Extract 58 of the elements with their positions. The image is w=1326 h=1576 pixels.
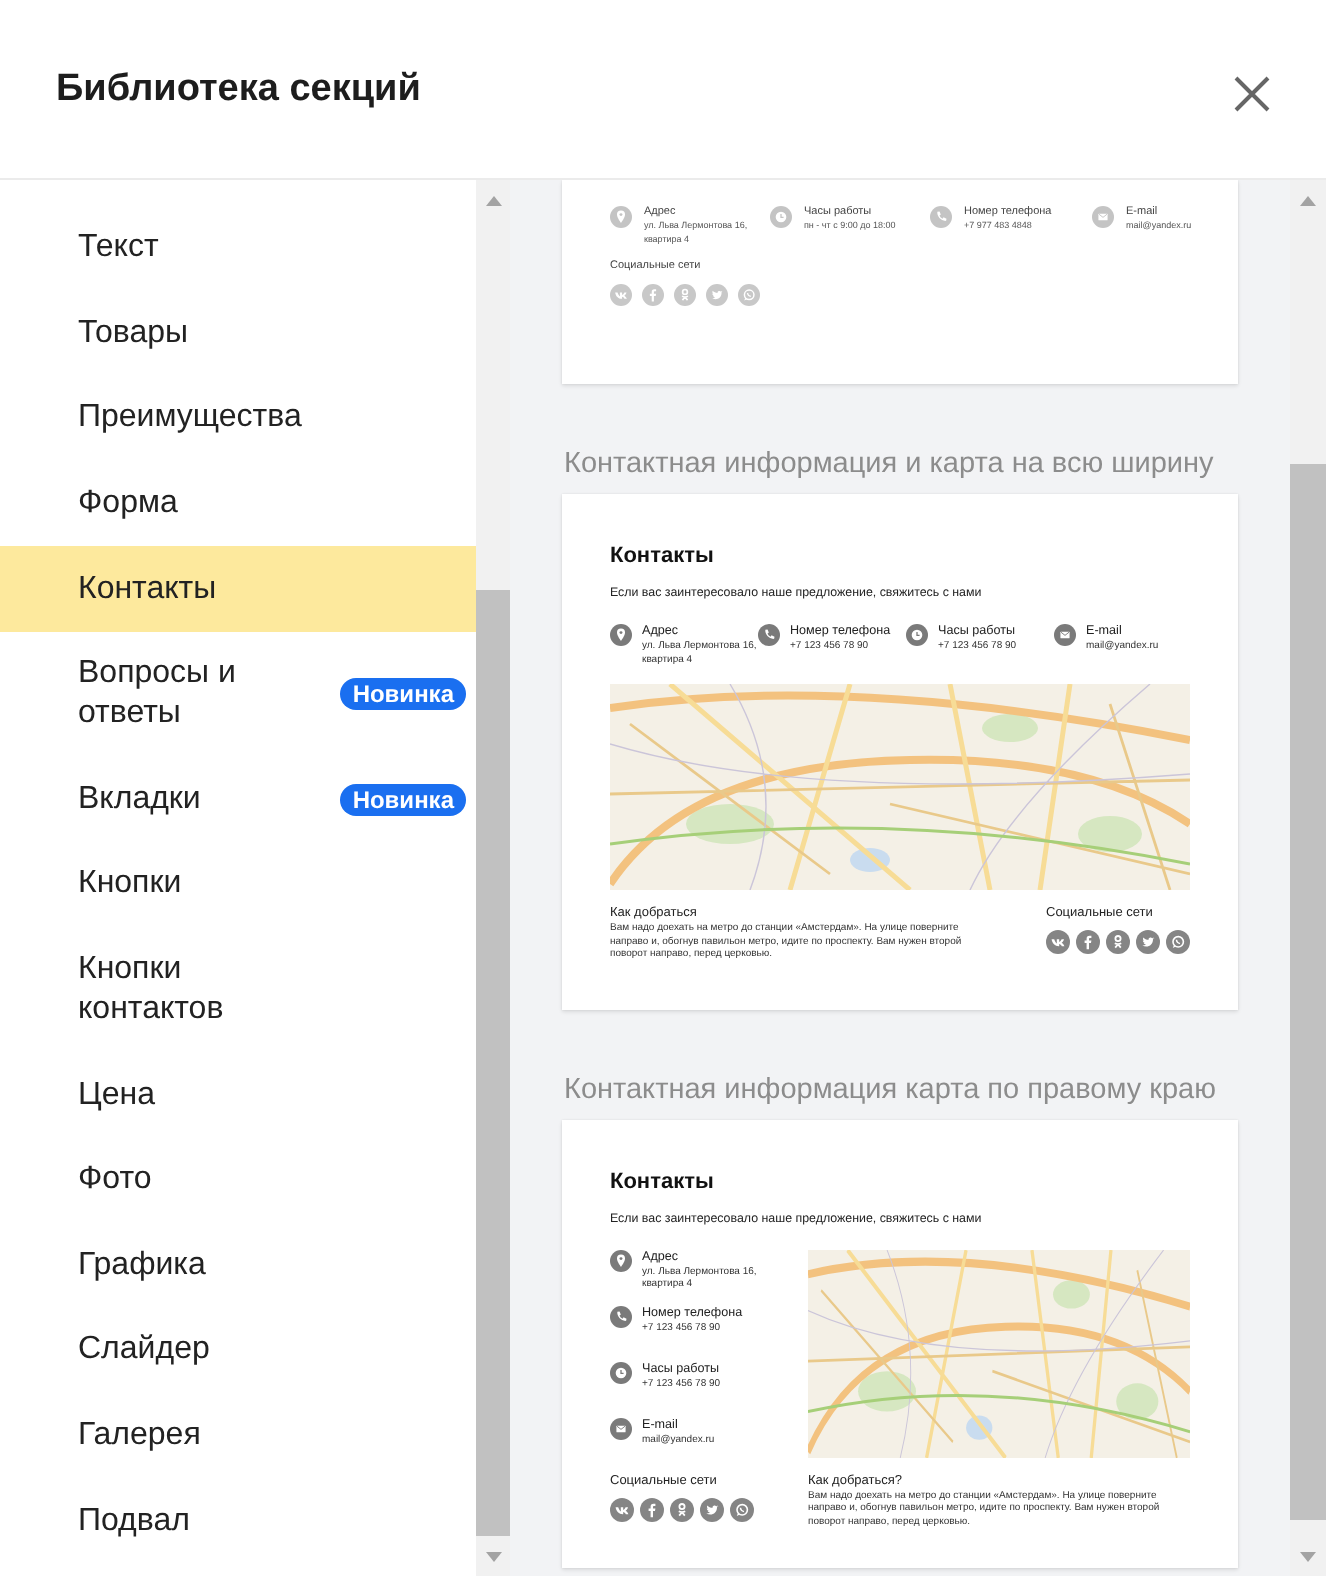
sidebar-item[interactable]: Форма <box>0 461 476 547</box>
envelope-icon <box>1092 206 1114 228</box>
social-network-icon <box>642 284 664 306</box>
scrollbar[interactable] <box>1290 180 1326 1576</box>
phone-icon <box>930 206 952 228</box>
clock-icon <box>770 206 792 228</box>
section-title: Контактная информация и карта на всю ширину <box>564 446 1216 482</box>
new-badge: Новинка <box>340 678 466 711</box>
preview-heading: Контакты <box>610 542 716 570</box>
sidebar-item[interactable]: Графика <box>0 1223 476 1309</box>
social-network-icon <box>1106 930 1130 954</box>
sidebar-item[interactable]: Контакты <box>0 546 476 632</box>
phone-icon <box>610 1305 632 1327</box>
social-network-icon <box>730 1497 754 1521</box>
sidebar-item[interactable]: Фото <box>0 1137 476 1224</box>
social-network-icon <box>674 284 696 306</box>
phone-icon <box>758 624 780 646</box>
preview-heading: Контакты <box>610 1167 716 1195</box>
location-pin-icon <box>610 206 632 228</box>
location-pin-icon <box>610 1249 632 1271</box>
scrollbar[interactable] <box>476 180 510 1576</box>
sidebar-item[interactable]: Кнопки контактов <box>0 927 476 1053</box>
social-network-icon <box>1136 930 1160 954</box>
sidebar-item[interactable]: Преимущества <box>0 376 476 462</box>
social-network-icon <box>610 284 632 306</box>
sidebar-item[interactable]: Товары <box>0 291 476 377</box>
envelope-icon <box>1054 624 1076 646</box>
social-network-icon <box>738 284 760 306</box>
social-network-icon <box>670 1497 694 1521</box>
sidebar-item[interactable]: Слайдер <box>0 1308 476 1394</box>
sidebar-item[interactable]: Подвал <box>0 1478 476 1564</box>
scrollbar-thumb[interactable] <box>1290 464 1326 1520</box>
scroll-up-icon[interactable] <box>1300 195 1316 205</box>
sidebar-item[interactable]: Галерея <box>0 1393 476 1479</box>
clock-icon <box>906 624 928 646</box>
sidebar-item[interactable]: Вкладки Новинка <box>0 757 476 843</box>
social-network-icon <box>640 1497 664 1521</box>
sidebar-item[interactable]: Кнопки <box>0 842 476 928</box>
close-button[interactable] <box>1234 71 1270 107</box>
location-pin-icon <box>610 624 632 646</box>
section-title: Контактная информация карта по правому краю <box>564 1071 1218 1107</box>
sidebar-item[interactable]: Цена <box>0 1052 476 1138</box>
social-network-icon <box>610 1497 634 1521</box>
social-network-icon <box>1046 930 1070 954</box>
social-network-icon <box>700 1497 724 1521</box>
new-badge: Новинка <box>340 783 466 816</box>
social-network-icon <box>1076 930 1100 954</box>
section-preview-card[interactable] <box>562 494 1238 1009</box>
dialog-title: Библиотека секций <box>56 65 421 113</box>
clock-icon <box>610 1361 632 1383</box>
sidebar-item[interactable]: Текст <box>0 206 476 292</box>
scroll-down-icon[interactable] <box>1300 1551 1316 1561</box>
social-network-icon <box>706 284 728 306</box>
social-network-icon <box>1166 930 1190 954</box>
sidebar-item[interactable]: Вопросы и ответы Новинка <box>0 631 476 758</box>
envelope-icon <box>610 1417 632 1439</box>
scrollbar-thumb[interactable] <box>476 590 510 1536</box>
section-preview-card[interactable] <box>562 1119 1238 1568</box>
